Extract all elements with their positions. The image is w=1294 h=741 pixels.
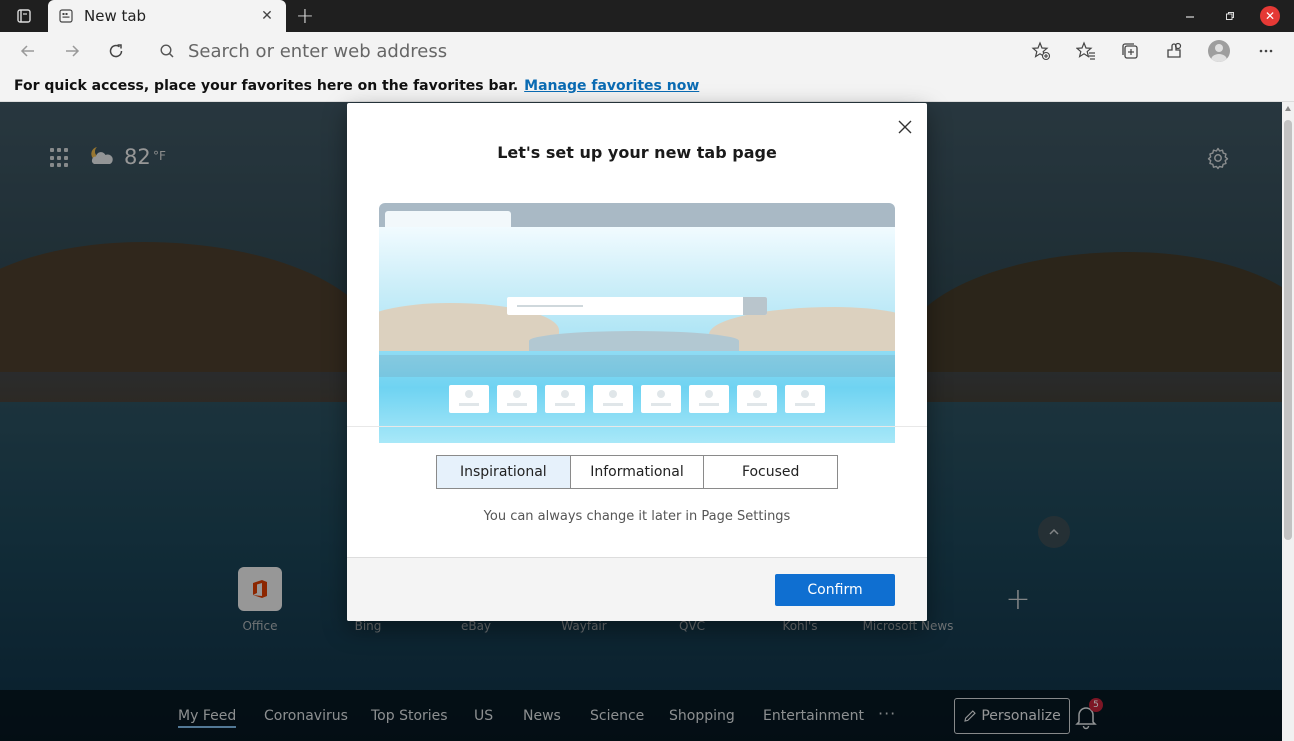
option-inspirational[interactable]: Inspirational	[437, 456, 571, 488]
more-options-icon[interactable]	[1253, 38, 1279, 64]
option-focused[interactable]: Focused	[704, 456, 838, 488]
address-bar[interactable]	[146, 36, 1062, 66]
forward-icon[interactable]	[59, 38, 85, 64]
tab-actions-button[interactable]	[8, 4, 40, 28]
confirm-button[interactable]: Confirm	[775, 574, 895, 606]
layout-preview-image	[379, 203, 895, 443]
layout-option-selector: Inspirational Informational Focused	[436, 455, 838, 489]
profile-avatar[interactable]	[1208, 40, 1230, 62]
navigation-toolbar	[0, 32, 1294, 70]
setup-new-tab-dialog: Let's set up your new tab page Inspirati…	[347, 103, 927, 621]
search-icon	[158, 42, 176, 60]
title-bar: New tab ✕ + ✕	[0, 0, 1294, 32]
tab-new-tab[interactable]: New tab ✕	[48, 0, 286, 32]
favorites-bar: For quick access, place your favorites h…	[0, 70, 1294, 102]
tab-title: New tab	[84, 7, 147, 25]
restore-icon[interactable]	[1220, 6, 1240, 26]
scrollbar-thumb[interactable]	[1284, 120, 1292, 540]
minimize-icon[interactable]	[1180, 6, 1200, 26]
address-input[interactable]	[188, 40, 1028, 62]
dialog-hint: You can always change it later in Page S…	[483, 509, 791, 524]
option-informational[interactable]: Informational	[570, 456, 705, 488]
dialog-footer: Confirm	[347, 557, 927, 621]
back-icon[interactable]	[15, 38, 41, 64]
favorites-bar-hint: For quick access, place your favorites h…	[14, 77, 519, 94]
add-favorite-icon[interactable]	[1028, 38, 1054, 64]
close-dialog-icon[interactable]	[895, 117, 915, 137]
refresh-icon[interactable]	[103, 38, 129, 64]
dialog-title: Let's set up your new tab page	[497, 143, 777, 162]
favorites-icon[interactable]	[1073, 38, 1099, 64]
tab-actions-icon	[17, 9, 31, 23]
page-scrollbar[interactable]	[1282, 102, 1294, 741]
close-tab-icon[interactable]: ✕	[258, 7, 276, 25]
new-tab-button[interactable]: +	[292, 3, 318, 29]
extensions-icon[interactable]	[1161, 38, 1187, 64]
new-tab-page-icon	[58, 8, 74, 24]
scroll-arrow-up-icon[interactable]	[1285, 106, 1291, 111]
collections-icon[interactable]	[1117, 38, 1143, 64]
manage-favorites-link[interactable]: Manage favorites now	[524, 78, 699, 94]
close-window-icon[interactable]: ✕	[1260, 6, 1280, 26]
